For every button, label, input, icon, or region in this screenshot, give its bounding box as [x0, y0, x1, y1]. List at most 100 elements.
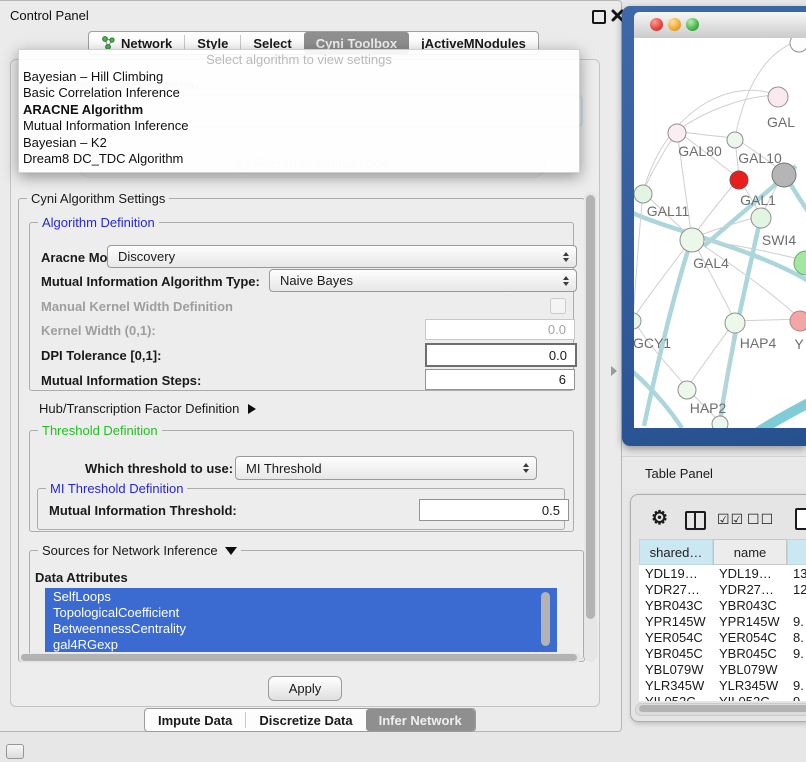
table-cell[interactable]: 9. [793, 614, 804, 629]
hub-definition-expander[interactable]: Hub/Transcription Factor Definition [39, 401, 256, 416]
kernel-width-field[interactable]: 0.0 [425, 319, 575, 340]
settings-horizontal-scrollbar-thumb[interactable] [21, 654, 577, 661]
dropdown-item-label: Basic Correlation Inference [23, 85, 180, 100]
list-item[interactable]: TopologicalCoefficient [45, 604, 557, 620]
list-item[interactable]: SelfLoops [45, 588, 557, 604]
table-cell[interactable]: YDL19… [645, 566, 698, 581]
table-cell[interactable]: YPR145W [719, 614, 780, 629]
table-cell[interactable]: YBL079W [645, 662, 704, 677]
float-window-icon[interactable] [592, 10, 606, 24]
table-cell[interactable]: YBR043C [645, 598, 703, 613]
table-cell[interactable]: 9. [793, 646, 804, 661]
list-item[interactable]: BetweennessCentrality [45, 620, 557, 636]
table-horizontal-scrollbar-thumb[interactable] [639, 705, 806, 712]
tab-impute-data[interactable]: Impute Data [145, 709, 245, 731]
dropdown-item[interactable]: Basic Correlation Inference [19, 85, 579, 102]
table-cell[interactable]: 9. [793, 694, 804, 701]
zoom-traffic-light-icon[interactable] [686, 18, 699, 31]
table-cell[interactable]: 9. [793, 678, 804, 693]
mi-threshold-field[interactable]: 0.5 [419, 499, 569, 521]
mi-type-combobox[interactable]: Naive Bayes [269, 269, 577, 292]
network-node-gal80[interactable] [668, 124, 686, 142]
dropdown-item-label: Dream8 DC_TDC Algorithm [23, 151, 183, 166]
dpi-tolerance-field[interactable]: 0.0 [425, 343, 577, 367]
table-cell[interactable]: YIL052C [645, 694, 696, 701]
table-cell[interactable]: YIL052C [719, 694, 770, 701]
table-cell[interactable]: YBR043C [719, 598, 777, 613]
cyni-algorithm-settings-title: Cyni Algorithm Settings [27, 191, 169, 206]
column-header-cut[interactable] [787, 539, 806, 565]
panel-splitter-arrow-icon[interactable] [611, 366, 617, 376]
dropdown-item[interactable]: Dream8 DC_TDC Algorithm [19, 151, 579, 168]
select-all-checkboxes-icon[interactable]: ☑☑ [717, 511, 744, 528]
mi-steps-label: Mutual Information Steps: [41, 373, 201, 388]
column-header-shared-name[interactable]: shared… [639, 539, 713, 565]
network-canvas[interactable]: GAL GAL80 GAL10 GAL1 GAL11 SWI4 GAL4 GCY… [634, 38, 806, 428]
settings-vertical-scrollbar-thumb[interactable] [586, 195, 595, 619]
table-cell[interactable]: YDL19… [719, 566, 772, 581]
sources-group-title: Sources for Network Inference [42, 543, 218, 558]
node-label: GAL [767, 114, 795, 130]
network-node-salmon[interactable] [790, 311, 806, 331]
dropdown-item[interactable]: Bayesian – K2 [19, 134, 579, 151]
network-node-gray[interactable] [772, 163, 796, 187]
gear-icon[interactable]: ⚙ [651, 509, 668, 528]
table-cell[interactable]: YER054C [645, 630, 703, 645]
table-panel-window: ⚙ ☑☑ ☐☐ shared… name YDL19… YDL19… 13 YD… [630, 494, 806, 722]
table-cell[interactable]: YDR27… [645, 582, 700, 597]
sources-group-title-row[interactable]: Sources for Network Inference [38, 543, 241, 558]
table-horizontal-scrollbar[interactable] [635, 703, 806, 716]
table-cell[interactable]: 12 [793, 582, 806, 597]
network-window-titlebar[interactable] [634, 12, 806, 39]
list-item[interactable]: gal4RGexp [45, 636, 557, 652]
table-body[interactable]: YDL19… YDL19… 13 YDR27… YDR27… 12 YBR043… [639, 565, 806, 701]
table-cell[interactable]: 8. [793, 630, 804, 645]
apply-button[interactable]: Apply [268, 676, 342, 701]
aracne-mode-combobox[interactable]: Discovery [107, 245, 577, 268]
table-cell[interactable]: YLR345W [719, 678, 778, 693]
spinner-arrows-icon [523, 457, 529, 479]
network-node-gal4[interactable] [680, 228, 704, 252]
network-node-gal-top[interactable] [768, 87, 788, 107]
network-node-bright-green[interactable] [794, 251, 806, 275]
dropdown-item[interactable]: Bayesian – Hill Climbing [19, 68, 579, 85]
dropdown-item[interactable]: Mutual Information Inference [19, 118, 579, 135]
columns-icon[interactable] [685, 511, 706, 530]
network-node-gcy1[interactable] [634, 313, 641, 329]
document-icon[interactable] [795, 508, 806, 530]
mi-steps-field[interactable]: 6 [425, 369, 575, 390]
network-node[interactable] [712, 416, 728, 428]
tab-infer-network[interactable]: Infer Network [366, 709, 475, 731]
network-node-hap4[interactable] [725, 313, 745, 333]
table-cell[interactable]: YDR27… [719, 582, 774, 597]
deselect-all-checkboxes-icon[interactable]: ☐☐ [747, 511, 774, 528]
which-threshold-combobox[interactable]: MI Threshold [235, 456, 537, 480]
table-cell[interactable]: YBR045C [645, 646, 703, 661]
tab-discretize-data[interactable]: Discretize Data [246, 709, 365, 731]
table-cell[interactable]: 13 [793, 566, 806, 581]
network-icon [101, 36, 116, 50]
settings-vertical-scrollbar[interactable] [584, 192, 597, 662]
network-node-hap2[interactable] [678, 381, 696, 399]
which-threshold-label: Which threshold to use: [85, 461, 233, 476]
table-cell[interactable]: YBL079W [719, 662, 778, 677]
data-attributes-list[interactable]: SelfLoops TopologicalCoefficient Between… [45, 588, 557, 652]
dropdown-item-selected[interactable]: ARACNE Algorithm [19, 101, 579, 118]
minimize-traffic-light-icon[interactable] [668, 18, 681, 31]
node-label: GAL11 [647, 203, 690, 219]
minimized-panel-icon[interactable] [6, 744, 24, 759]
settings-horizontal-scrollbar[interactable] [19, 653, 581, 663]
table-cell[interactable]: YBR045C [719, 646, 777, 661]
network-node-gal11[interactable] [634, 185, 652, 203]
manual-kernel-checkbox[interactable] [550, 298, 566, 314]
table-cell[interactable]: YPR145W [645, 614, 706, 629]
column-header-name[interactable]: name [713, 539, 787, 565]
table-cell[interactable]: YLR345W [645, 678, 704, 693]
network-node[interactable] [790, 38, 806, 52]
list-vertical-scrollbar-thumb[interactable] [541, 592, 550, 646]
network-node-red-selected[interactable] [730, 171, 748, 189]
table-cell[interactable]: YER054C [719, 630, 777, 645]
network-node-gal1[interactable] [751, 208, 771, 228]
close-traffic-light-icon[interactable] [650, 18, 663, 31]
network-node-gal10[interactable] [727, 132, 743, 148]
